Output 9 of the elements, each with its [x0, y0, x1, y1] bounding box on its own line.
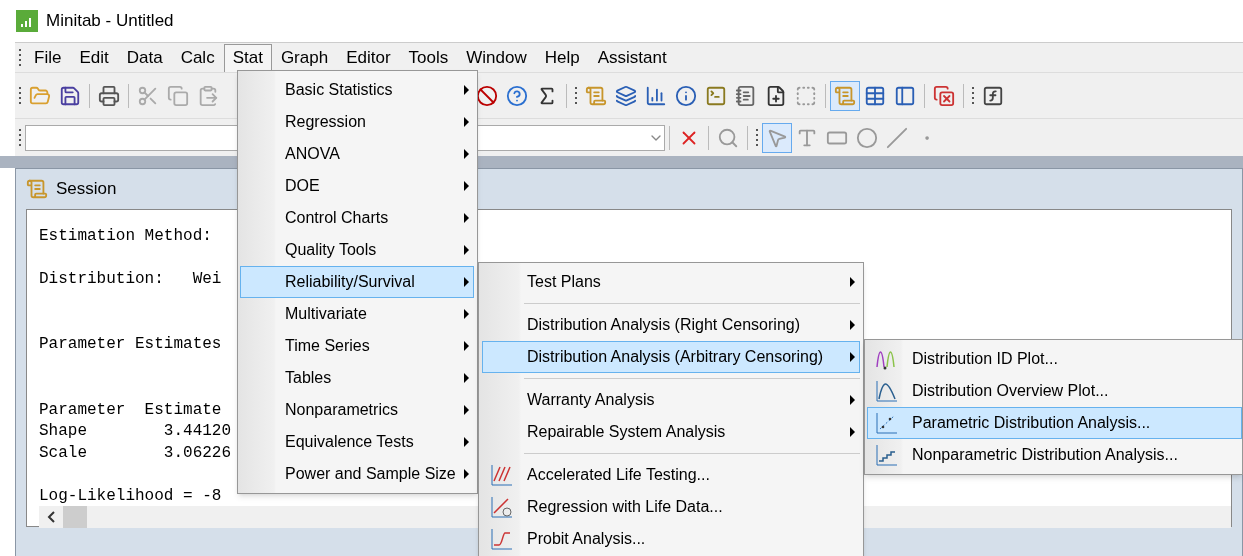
output-line: Scale 3.06226 — [39, 443, 232, 462]
output-line: Log-Likelihood = -8 — [39, 487, 222, 506]
output-line: Shape 3.44120 — [39, 422, 232, 441]
output-line: Distribution: Wei — [39, 270, 222, 289]
output-line: Parameter Estimates — [39, 335, 222, 354]
session-title: Session — [56, 178, 117, 201]
output-line: Parameter Estimate — [39, 400, 222, 419]
window-title: Minitab - Untitled — [46, 10, 174, 33]
output-line: Estimation Method: — [39, 227, 212, 245]
